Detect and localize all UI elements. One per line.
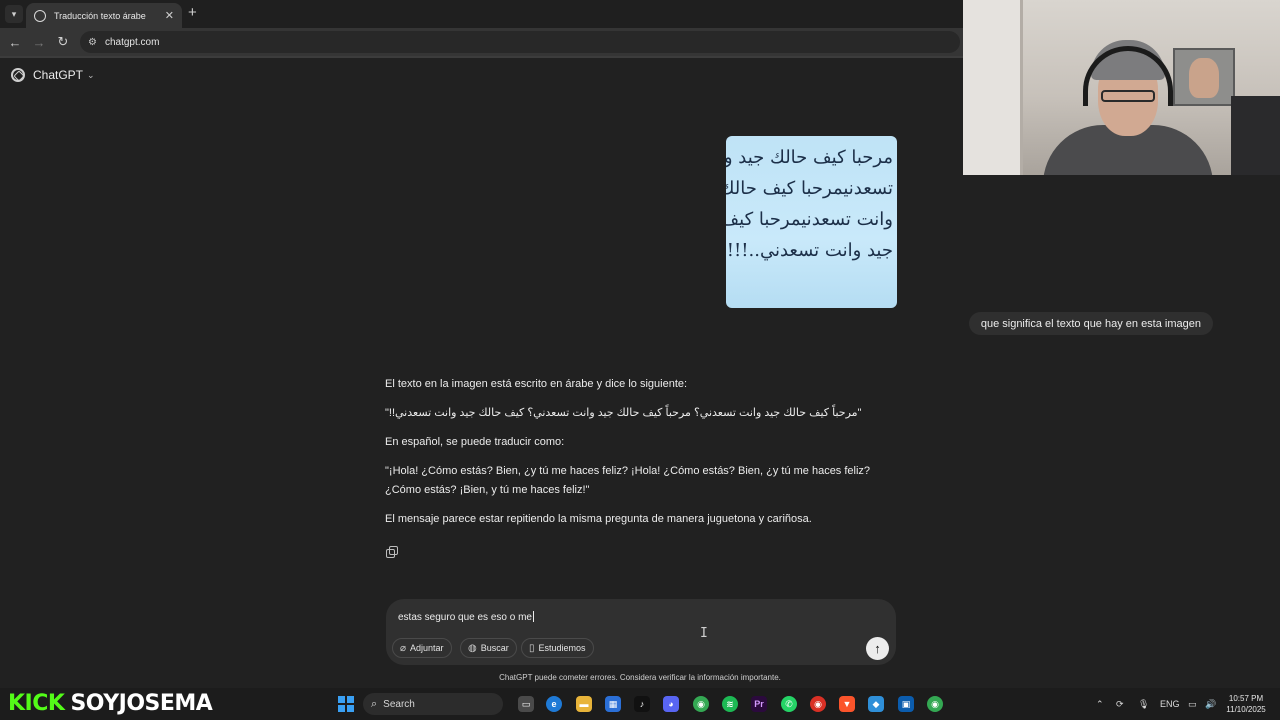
search-icon: ⌕ — [371, 697, 378, 710]
chrome-icon[interactable]: ◉ — [693, 696, 709, 712]
language-indicator[interactable]: ENG — [1160, 699, 1180, 709]
back-arrow-icon[interactable]: ← — [3, 35, 27, 50]
chevron-down-icon: ⌄ — [87, 69, 95, 80]
new-tab-button[interactable]: + — [188, 5, 197, 21]
network-icon[interactable]: ▭ — [1188, 699, 1197, 710]
tab-close-icon[interactable]: ✕ — [165, 9, 174, 22]
brand-name: ChatGPT — [33, 68, 84, 82]
taskbar-clock[interactable]: 10:57 PM 11/10/2025 — [1222, 693, 1270, 715]
address-url: chatgpt.com — [104, 36, 160, 48]
chatgpt-logo-icon — [11, 68, 25, 82]
image-text-line: تسعدنيمرحبا كيف حالك جيد — [726, 178, 893, 199]
whatsapp-icon[interactable]: ✆ — [781, 696, 797, 712]
text-cursor-icon: I — [700, 626, 708, 641]
microphone-icon[interactable]: 🎙 — [1138, 699, 1149, 710]
attach-label: Adjuntar — [410, 643, 444, 653]
paperclip-icon: ⌀ — [400, 642, 407, 654]
volume-icon[interactable]: 🔊 — [1205, 699, 1216, 710]
webcam-background-door — [963, 0, 1023, 175]
clock-date: 11/10/2025 — [1226, 705, 1266, 714]
image-text-line: مرحبا كيف حالك جيد وانت — [726, 147, 893, 168]
composer-input[interactable]: estas seguro que es eso o me — [398, 611, 534, 623]
disclaimer-text: ChatGPT puede cometer errores. Considera… — [499, 673, 781, 682]
search-button[interactable]: ◍ Buscar — [460, 638, 517, 658]
task-view-icon[interactable]: ▭ — [518, 696, 534, 712]
address-bar[interactable]: ⚙ chatgpt.com — [80, 31, 960, 53]
site-settings-icon[interactable]: ⚙ — [88, 37, 97, 48]
copy-icon[interactable] — [386, 546, 398, 558]
store-icon[interactable]: ▦ — [605, 696, 621, 712]
tiktok-icon[interactable]: ♪ — [634, 696, 650, 712]
browser-toolbar: ← → ↻ ⚙ chatgpt.com — [0, 28, 963, 56]
kick-logo-text: KICK — [8, 691, 65, 716]
edge-icon[interactable]: e — [546, 696, 562, 712]
assistant-paragraph: En español, se puede traducir como: — [385, 436, 565, 448]
chatgpt-favicon-icon — [34, 9, 46, 22]
windows-start-icon[interactable] — [338, 696, 354, 712]
remote-desktop-icon[interactable]: ▣ — [898, 696, 914, 712]
browser-tab-active[interactable]: Traducción texto árabe ✕ — [26, 3, 182, 28]
assistant-arabic-quote: "مرحباً كيف حالك جيد وانت تسعدني؟ مرحباً… — [385, 407, 862, 419]
uploaded-image[interactable]: مرحبا كيف حالك جيد وانت تسعدنيمرحبا كيف … — [726, 136, 897, 308]
kick-channel-overlay: KICK SOYJOSEMA — [8, 691, 213, 717]
webcam-streamer — [1043, 40, 1213, 175]
disclaimer: ChatGPT puede cometer errores. Considera… — [0, 673, 1280, 682]
spotify-icon[interactable]: ≋ — [722, 696, 738, 712]
tab-search-chevron-icon[interactable]: ▾ — [5, 5, 23, 23]
brave-icon[interactable]: ▼ — [839, 696, 855, 712]
taskbar-search-placeholder: Search — [383, 698, 415, 710]
book-icon: ▯ — [529, 642, 535, 654]
reload-icon[interactable]: ↻ — [51, 34, 75, 50]
tray-sync-icon[interactable]: ⟳ — [1116, 699, 1124, 710]
forward-arrow-icon[interactable]: → — [27, 35, 51, 50]
image-text-line: جيد وانت تسعدني..!!!! — [726, 240, 893, 261]
study-button[interactable]: ▯ Estudiemos — [521, 638, 594, 658]
assistant-paragraph: El texto en la imagen está escrito en ár… — [385, 378, 688, 390]
app-icon[interactable]: ◆ — [868, 696, 884, 712]
search-label: Buscar — [480, 643, 509, 653]
discord-icon[interactable]: ◕ — [663, 696, 679, 712]
assistant-paragraph: El mensaje parece estar repitiendo la mi… — [385, 513, 812, 525]
assistant-message: El texto en la imagen está escrito en ár… — [385, 375, 880, 539]
user-message: que significa el texto que hay en esta i… — [968, 312, 1213, 335]
study-label: Estudiemos — [538, 643, 586, 653]
assistant-translation: "¡Hola! ¿Cómo estás? Bien, ¿y tú me hace… — [385, 465, 871, 496]
tab-title: Traducción texto árabe — [54, 10, 146, 21]
tray-chevron-icon[interactable]: ⌃ — [1096, 699, 1104, 710]
browser-tabstrip: ▾ Traducción texto árabe ✕ + — [0, 0, 963, 28]
file-explorer-icon[interactable]: ▬ — [576, 696, 592, 712]
send-button[interactable]: ↑ — [866, 637, 889, 660]
chrome-profile-icon[interactable]: ◉ — [810, 696, 826, 712]
image-text-line: وانت تسعدنيمرحبا كيف حالك — [726, 209, 893, 230]
clock-time: 10:57 PM — [1228, 694, 1264, 703]
webcam-chair — [1231, 96, 1280, 175]
channel-name: SOYJOSEMA — [70, 691, 213, 716]
chrome-active-icon[interactable]: ◉ — [927, 696, 943, 712]
taskbar-search[interactable]: ⌕ Search — [363, 693, 503, 715]
webcam-overlay — [963, 0, 1280, 175]
app-background-extension — [963, 175, 1280, 688]
premiere-icon[interactable]: Pr — [751, 696, 767, 712]
attach-button[interactable]: ⌀ Adjuntar — [392, 638, 452, 658]
model-selector[interactable]: ChatGPT ⌄ — [11, 68, 95, 82]
globe-icon: ◍ — [468, 642, 477, 654]
streamer-glasses — [1101, 90, 1155, 102]
